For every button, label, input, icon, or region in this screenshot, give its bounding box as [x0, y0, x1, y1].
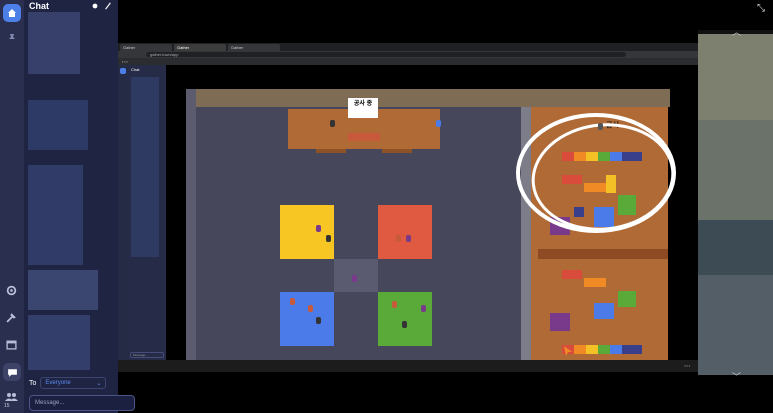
chat-button[interactable] [3, 363, 21, 381]
minimize-screen-icon[interactable]: ⤡ [757, 3, 765, 14]
game-map[interactable]: 공사 종 급식 [166, 65, 698, 360]
avatar[interactable] [406, 235, 411, 242]
hammer-icon[interactable] [6, 312, 17, 323]
inner-rail [118, 65, 128, 360]
bookmark-item[interactable]: ▪ ▪ ▪ [122, 60, 128, 64]
office-sign: 공사 종 [348, 98, 378, 118]
wall [186, 89, 196, 360]
table-blue [594, 303, 614, 319]
browser-urlbar: gather.town/app [118, 51, 698, 58]
blurred-message [28, 315, 90, 370]
message-input[interactable]: Message... [29, 395, 135, 411]
chat-panel: Chat To Everyone ⌄ Message... [24, 0, 135, 413]
avatar[interactable] [290, 298, 295, 305]
calendar-icon[interactable] [6, 339, 17, 350]
video-tile[interactable] [698, 275, 773, 375]
home-button[interactable] [3, 4, 21, 22]
chevron-up-icon[interactable]: ︿ [732, 25, 741, 38]
bookmarks-bar: ▪ ▪ ▪ [118, 58, 698, 65]
avatar[interactable] [316, 225, 321, 232]
people-count: 15 [4, 403, 10, 409]
red-zone [378, 205, 432, 259]
to-label: To [29, 379, 37, 387]
avatar[interactable] [436, 120, 441, 127]
blurred-message [28, 270, 98, 310]
cursor-icon [564, 346, 572, 356]
cafeteria-serving-row [562, 345, 642, 354]
recipient-value: Everyone [45, 380, 71, 386]
yellow-zone [280, 205, 334, 259]
left-rail: 15 [0, 0, 24, 413]
avatar[interactable] [330, 120, 335, 127]
recipient-select[interactable]: Everyone ⌄ [40, 377, 107, 389]
system-tray: ▪ ▪ ▪ [684, 364, 690, 368]
chevron-down-icon[interactable]: ﹀ [732, 370, 741, 383]
avatar[interactable] [392, 301, 397, 308]
office-stairs [316, 149, 346, 153]
video-strip [698, 30, 773, 375]
avatar[interactable] [308, 305, 313, 312]
people-icon[interactable] [5, 392, 18, 402]
pin-icon[interactable] [7, 33, 17, 43]
avatar[interactable] [598, 123, 603, 130]
url-field[interactable]: gather.town/app [146, 52, 626, 57]
os-taskbar: ▪ ▪ ▪ [118, 360, 698, 372]
browser-tab[interactable]: Gather [228, 44, 280, 51]
office-rug [348, 133, 380, 141]
chat-bubble-icon [7, 368, 17, 377]
blurred-message [28, 165, 83, 265]
office-stairs [382, 149, 412, 153]
table-purple [550, 313, 570, 331]
inner-message-input: Message... [130, 352, 164, 358]
video-tile[interactable] [698, 220, 773, 275]
table-orange [584, 278, 606, 287]
browser-tabbar: Gather Gather Gather [118, 43, 698, 51]
chat-header-actions [91, 2, 112, 10]
green-zone [378, 292, 432, 346]
blurred-message [28, 100, 88, 150]
table-red [562, 270, 582, 279]
avatar[interactable] [316, 317, 321, 324]
inner-chat-panel: Chat Message... [128, 65, 166, 360]
video-tile[interactable] [698, 120, 773, 220]
chevron-down-icon: ⌄ [96, 380, 102, 387]
browser-tab[interactable]: Gather [174, 44, 226, 51]
avatar[interactable] [402, 321, 407, 328]
gear-icon[interactable] [91, 2, 99, 10]
avatar[interactable] [421, 305, 426, 312]
video-tile[interactable] [698, 34, 773, 120]
inner-chat-title: Chat [131, 67, 140, 72]
avatar[interactable] [396, 235, 401, 242]
browser-tab[interactable]: Gather [120, 44, 172, 51]
table-green [618, 291, 636, 307]
chat-title: Chat [29, 1, 49, 11]
inner-blurred-messages [131, 77, 159, 257]
screen-share: Gather Gather Gather gather.town/app ▪ ▪… [118, 43, 698, 372]
avatar[interactable] [326, 235, 331, 242]
blurred-message [28, 12, 80, 74]
home-icon [8, 9, 16, 17]
avatar[interactable] [352, 275, 357, 282]
settings-icon[interactable] [6, 285, 17, 296]
collapse-icon[interactable] [104, 2, 112, 10]
inner-home-icon [120, 68, 126, 74]
blue-zone [280, 292, 334, 346]
recipient-row: To Everyone ⌄ [29, 377, 107, 389]
